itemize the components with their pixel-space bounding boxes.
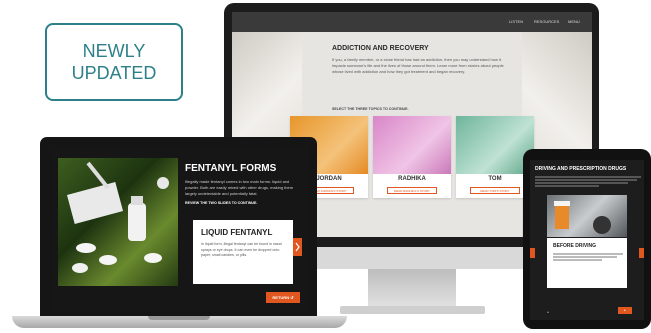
- tablet-slide-title: BEFORE DRIVING: [553, 243, 597, 249]
- pills-and-bottles-icon: [66, 161, 169, 273]
- next-slide-button[interactable]: [293, 238, 302, 256]
- slide-body: In liquid form, illegal fentanyl can be …: [201, 242, 282, 258]
- slide-title: LIQUID FENTANYL: [201, 228, 273, 237]
- desktop-monitor-foot: [340, 306, 485, 314]
- story-card-radhika[interactable]: RADHIKA READ RADHIKA'S STORY: [373, 116, 451, 198]
- tablet-slide-panel: BEFORE DRIVING: [547, 238, 627, 288]
- laptop-intro-text: Illegally made fentanyl comes in two mai…: [185, 179, 294, 196]
- nav-resources[interactable]: RESOURCES: [534, 19, 559, 24]
- laptop-screen: FENTANYL FORMS Illegally made fentanyl c…: [50, 146, 308, 311]
- tablet-intro-text: [535, 175, 641, 188]
- tablet-slide-body: [553, 252, 623, 262]
- badge-line-2: UPDATED: [71, 63, 157, 83]
- card-name: RADHIKA: [398, 176, 426, 182]
- page-title: ADDICTION AND RECOVERY: [332, 45, 429, 52]
- return-label: RETURN: [272, 295, 290, 300]
- tablet-screen: DRIVING AND PRESCRIPTION DRUGS BEFORE DR…: [530, 160, 644, 320]
- car-and-pill-bottle-image: [547, 195, 627, 237]
- tablet-prev-arrow[interactable]: [530, 248, 535, 258]
- read-radhika-story-button[interactable]: READ RADHIKA'S STORY: [387, 187, 437, 194]
- laptop-notch: [148, 316, 210, 320]
- desktop-monitor-stand: [368, 269, 456, 309]
- radhika-portrait: [373, 116, 451, 174]
- intro-text: If you, a family member, or a close frie…: [332, 57, 504, 74]
- tablet-back-link[interactable]: ◂: [547, 310, 549, 314]
- pill-bottle-icon: [554, 201, 611, 234]
- return-button[interactable]: RETURN ↺: [266, 292, 300, 303]
- instruction-text: SELECT THE THREE TOPICS TO CONTINUE.: [332, 107, 409, 111]
- nav-listen[interactable]: LISTEN: [509, 19, 523, 24]
- read-tom-story-button[interactable]: READ TOM'S STORY: [470, 187, 520, 194]
- newly-updated-badge: NEWLY UPDATED: [45, 23, 183, 101]
- laptop-page-title: FENTANYL FORMS: [185, 163, 277, 174]
- tablet-next-button[interactable]: ▸: [618, 307, 632, 314]
- tablet-next-arrow[interactable]: [639, 248, 644, 258]
- slide-pagination-dots[interactable]: ●○: [238, 271, 248, 277]
- fentanyl-illustration: [58, 158, 178, 286]
- laptop-instruction: REVIEW THE TWO SLIDES TO CONTINUE.: [185, 201, 258, 205]
- tablet-page-title: DRIVING AND PRESCRIPTION DRUGS: [535, 166, 627, 172]
- chevron-right-icon: [295, 242, 300, 252]
- badge-line-1: NEWLY: [82, 41, 146, 61]
- desktop-top-nav: LISTEN RESOURCES MENU: [232, 12, 592, 32]
- nav-menu[interactable]: MENU: [568, 19, 580, 24]
